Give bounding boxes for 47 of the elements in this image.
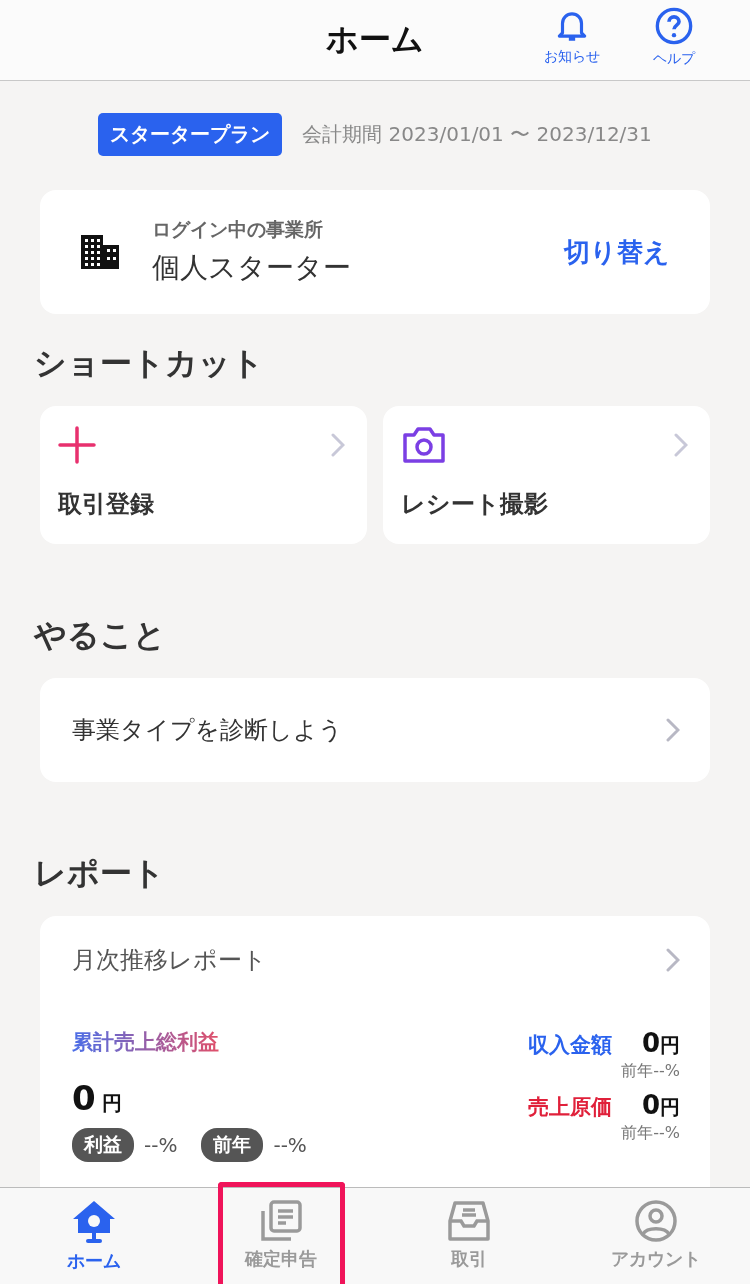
fiscal-period: 会計期間 2023/01/01 〜 2023/12/31 (302, 121, 652, 148)
chevron-right-icon (331, 433, 345, 457)
unit-label: 円 (101, 1090, 122, 1117)
tab[interactable]: ホーム (30, 1182, 158, 1284)
inbox-icon (446, 1199, 491, 1243)
plan-badge: スタータープラン (98, 113, 283, 156)
tab[interactable]: アカウント (592, 1182, 720, 1284)
office-caption: ログイン中の事業所 (152, 217, 324, 242)
page-title: ホーム (326, 19, 424, 60)
building-icon (80, 234, 120, 270)
section-title: ショートカット (34, 343, 265, 384)
year-change: 前年--% (621, 1123, 680, 1144)
camera-icon (401, 426, 447, 464)
shortcut-label: レシート撮影 (401, 489, 549, 520)
unit-label: 円 (660, 1032, 680, 1059)
shortcut-label: 取引登録 (58, 489, 155, 520)
notifications-button[interactable]: お知らせ (536, 6, 608, 68)
metric-value: 0 (641, 1090, 660, 1120)
help-icon (654, 6, 694, 46)
metric-tag: 利益 (72, 1128, 134, 1162)
tab[interactable]: 確定申告 (217, 1182, 345, 1284)
chevron-right-icon (674, 433, 688, 457)
todo-item[interactable]: 事業タイプを診断しよう (40, 678, 710, 782)
chevron-right-icon (666, 948, 680, 972)
report-link[interactable]: 月次推移レポート (72, 944, 267, 976)
metric-tag: 前年 (201, 1128, 264, 1162)
plus-icon (58, 426, 96, 464)
metric-value: --% (144, 1133, 178, 1157)
metric-label: 売上原価 (527, 1094, 612, 1121)
year-change: 前年--% (621, 1061, 680, 1082)
shortcut-card[interactable]: レシート撮影 (383, 406, 710, 544)
account-icon (634, 1199, 679, 1243)
tab[interactable]: 取引 (405, 1182, 533, 1284)
chevron-right-icon (666, 718, 680, 742)
metric-value: --% (273, 1133, 307, 1157)
total-value: 0 (72, 1078, 96, 1118)
help-button[interactable]: ヘルプ (638, 6, 710, 68)
office-name: 個人スターター (152, 250, 352, 286)
shortcut-card[interactable]: 取引登録 (40, 406, 367, 544)
documents-icon (259, 1199, 304, 1243)
total-label: 累計売上総利益 (72, 1030, 219, 1054)
metric-value: 0 (641, 1028, 660, 1058)
switch-link[interactable]: 切り替え (564, 234, 670, 270)
section-title: レポート (34, 853, 166, 894)
unit-label: 円 (660, 1094, 680, 1121)
metric-label: 収入金額 (527, 1032, 612, 1059)
section-title: やること (34, 615, 167, 656)
